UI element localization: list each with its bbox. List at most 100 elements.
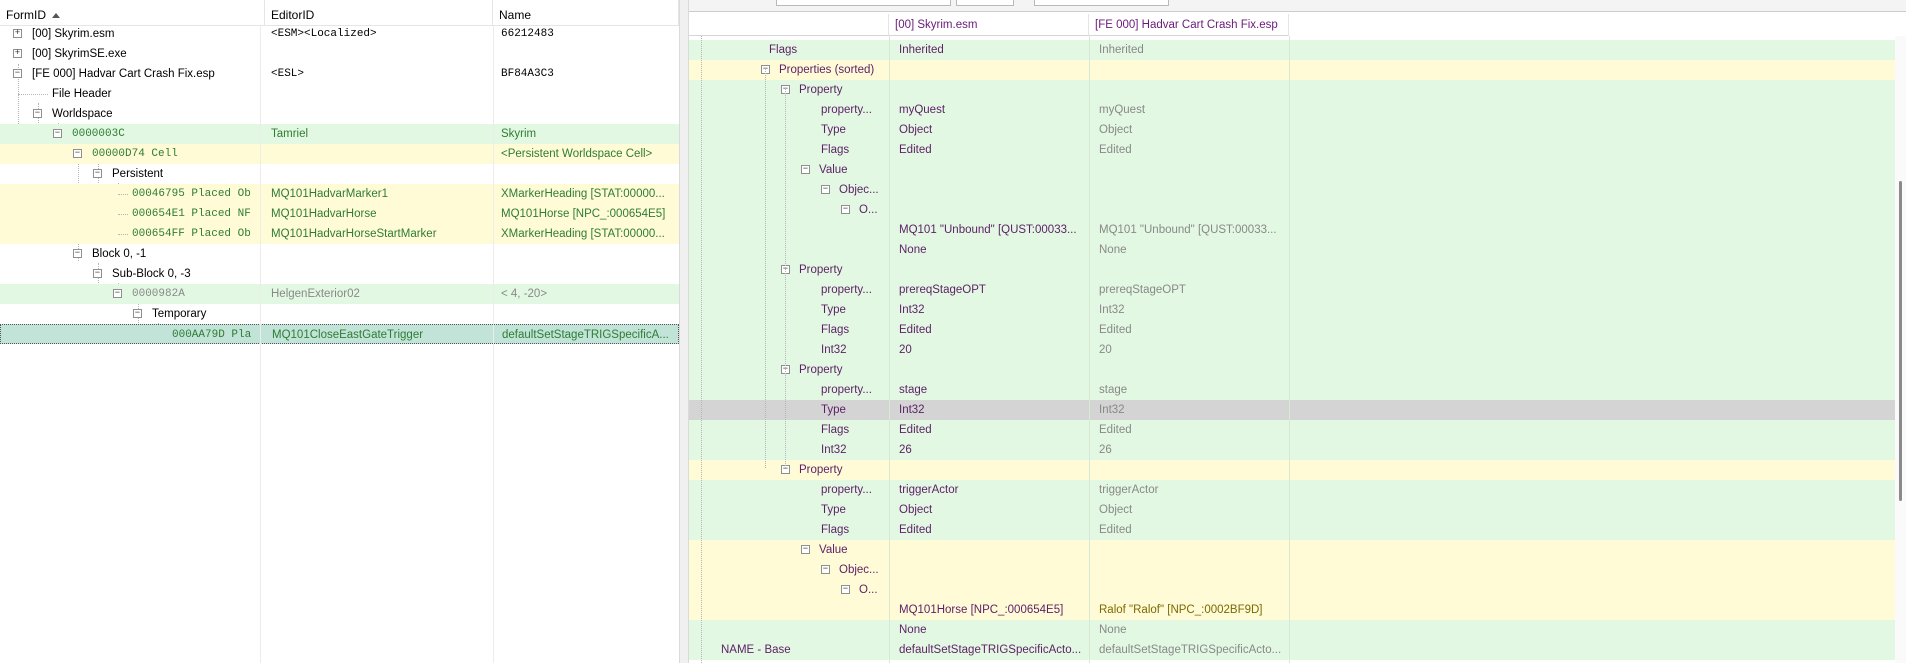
formid-cell: File Header — [52, 88, 112, 100]
record-row-alias[interactable]: None None — [689, 620, 1899, 640]
collapse-toggle-icon[interactable]: − — [73, 149, 82, 158]
pane-splitter[interactable] — [679, 0, 689, 663]
column-header-formid[interactable]: FormID — [0, 0, 265, 26]
toolbar-field[interactable] — [956, 0, 1014, 6]
sort-ascending-icon — [52, 13, 60, 18]
record-row-property-name[interactable]: property... stage stage — [689, 380, 1899, 400]
toolbar-field[interactable] — [776, 0, 951, 6]
toolbar-field[interactable] — [1034, 0, 1169, 6]
collapse-toggle-icon[interactable]: − — [33, 109, 42, 118]
tree-row-persistent-group[interactable]: − Persistent — [0, 164, 679, 184]
record-row-int32[interactable]: Int32 26 26 — [689, 440, 1899, 460]
tree-row-plugin-skyrim-esm[interactable]: + [00] Skyrim.esm <ESM><Localized> 66212… — [0, 24, 679, 44]
field-label: Flags — [821, 424, 850, 436]
record-row-alias[interactable]: None None — [689, 240, 1899, 260]
collapse-toggle-icon[interactable]: − — [821, 185, 830, 194]
record-row-property-name[interactable]: property... prereqStageOPT prereqStageOPT — [689, 280, 1899, 300]
tree-row-placed-npc[interactable]: 000654E1 Placed NF MQ101HadvarHorse MQ10… — [0, 204, 679, 224]
record-row-object-v2[interactable]: − O... — [689, 200, 1899, 220]
record-view-pane[interactable]: [00] Skyrim.esm [FE 000] Hadvar Cart Cra… — [689, 0, 1906, 663]
record-row-type-focused[interactable]: Type Int32 Int32 — [689, 400, 1899, 420]
scrollbar-thumb[interactable] — [1899, 181, 1902, 501]
value-skyrim: prereqStageOPT — [899, 284, 986, 296]
value-hadvar: 26 — [1099, 444, 1112, 456]
tree-row-placed-object[interactable]: 00046795 Placed Ob MQ101HadvarMarker1 XM… — [0, 184, 679, 204]
column-header-formid-label: FormID — [6, 8, 46, 22]
collapse-toggle-icon[interactable]: − — [841, 205, 850, 214]
collapse-toggle-icon[interactable]: − — [73, 249, 82, 258]
tree-guide-line — [118, 234, 128, 235]
column-header-name[interactable]: Name — [493, 0, 679, 26]
value-skyrim: MQ101Horse [NPC_:000654E5] — [899, 604, 1064, 616]
navigation-tree-pane[interactable]: FormID EditorID Name + [00] Skyrim.esm <… — [0, 0, 679, 663]
field-label: Objec... — [839, 564, 879, 576]
formid-cell: 0000982A — [132, 288, 185, 300]
record-row-type[interactable]: Type Object Object — [689, 120, 1899, 140]
record-row-property[interactable]: − Property — [689, 260, 1899, 280]
vertical-scrollbar[interactable] — [1895, 36, 1906, 663]
collapse-toggle-icon[interactable]: − — [801, 545, 810, 554]
record-row-property[interactable]: − Property — [689, 460, 1899, 480]
record-row-type[interactable]: Type Object Object — [689, 500, 1899, 520]
name-cell: 66212483 — [501, 28, 554, 40]
column-header-hadvar-fix[interactable]: [FE 000] Hadvar Cart Crash Fix.esp — [1089, 14, 1289, 36]
record-row-value[interactable]: − Value — [689, 160, 1899, 180]
field-label: property... — [821, 384, 872, 396]
field-label: Flags — [821, 524, 850, 536]
formid-cell: Temporary — [152, 308, 207, 320]
record-row-flags[interactable]: Flags Edited Edited — [689, 520, 1899, 540]
tree-row-worldspace-tamriel[interactable]: − 0000003C Tamriel Skyrim — [0, 124, 679, 144]
tree-row-temporary-group[interactable]: − Temporary — [0, 304, 679, 324]
record-row-flags[interactable]: Flags Edited Edited — [689, 320, 1899, 340]
record-row-flags[interactable]: Flags Edited Edited — [689, 140, 1899, 160]
record-row-object-v2[interactable]: − O... — [689, 580, 1899, 600]
collapse-toggle-icon[interactable]: − — [801, 165, 810, 174]
record-row-properties[interactable]: − Properties (sorted) — [689, 60, 1899, 80]
tree-row-worldspace-group[interactable]: − Worldspace — [0, 104, 679, 124]
value-hadvar: prereqStageOPT — [1099, 284, 1186, 296]
record-row-flags[interactable]: Flags Edited Edited — [689, 420, 1899, 440]
collapse-toggle-icon[interactable]: − — [13, 69, 22, 78]
record-row-formid[interactable]: MQ101 "Unbound" [QUST:00033... MQ101 "Unb… — [689, 220, 1899, 240]
collapse-toggle-icon[interactable]: − — [113, 289, 122, 298]
tree-row-plugin-skyrimse-exe[interactable]: + [00] SkyrimSE.exe — [0, 44, 679, 64]
record-row-property-name[interactable]: property... myQuest myQuest — [689, 100, 1899, 120]
tree-row-placed-object[interactable]: 000654FF Placed Ob MQ101HadvarHorseStart… — [0, 224, 679, 244]
column-header-editorid[interactable]: EditorID — [265, 0, 493, 26]
record-row-property[interactable]: − Property — [689, 80, 1899, 100]
tree-row-block[interactable]: − Block 0, -1 — [0, 244, 679, 264]
record-row-property-name[interactable]: property... triggerActor triggerActor — [689, 480, 1899, 500]
tree-row-plugin-hadvar-fix[interactable]: − [FE 000] Hadvar Cart Crash Fix.esp <ES… — [0, 64, 679, 84]
expand-toggle-icon[interactable]: + — [13, 49, 22, 58]
expand-toggle-icon[interactable]: + — [13, 29, 22, 38]
record-row-name-base[interactable]: NAME - Base defaultSetStageTRIGSpecificAc… — [689, 640, 1899, 660]
collapse-toggle-icon[interactable]: − — [93, 169, 102, 178]
record-row-flags[interactable]: Flags Inherited Inherited — [689, 40, 1899, 60]
value-skyrim: None — [899, 244, 927, 256]
tree-row-cell-helgen[interactable]: − 0000982A HelgenExterior02 < 4, -20> — [0, 284, 679, 304]
tree-row-persistent-cell[interactable]: − 00000D74 Cell <Persistent Worldspace C… — [0, 144, 679, 164]
collapse-toggle-icon[interactable]: − — [53, 129, 62, 138]
record-row-object[interactable]: − Objec... — [689, 180, 1899, 200]
collapse-toggle-icon[interactable]: − — [821, 565, 830, 574]
record-row-int32[interactable]: Int32 20 20 — [689, 340, 1899, 360]
column-header-skyrim-esm[interactable]: [00] Skyrim.esm — [889, 14, 1089, 36]
record-row-formid-conflict[interactable]: MQ101Horse [NPC_:000654E5] Ralof "Ralof" … — [689, 600, 1899, 620]
collapse-toggle-icon[interactable]: − — [133, 309, 142, 318]
value-hadvar: Object — [1099, 504, 1133, 516]
column-header-label[interactable] — [689, 14, 889, 36]
record-row-object[interactable]: − Objec... — [689, 560, 1899, 580]
record-row-value[interactable]: − Value — [689, 540, 1899, 560]
tree-row-file-header[interactable]: File Header — [0, 84, 679, 104]
record-row-type[interactable]: Type Int32 Int32 — [689, 300, 1899, 320]
tree-row-sub-block[interactable]: − Sub-Block 0, -3 — [0, 264, 679, 284]
tree-row-selected-trigger[interactable]: 000AA79D Pla MQ101CloseEastGateTrigger d… — [0, 324, 679, 344]
collapse-toggle-icon[interactable]: − — [841, 585, 850, 594]
collapse-toggle-icon[interactable]: − — [93, 269, 102, 278]
value-skyrim: 20 — [899, 344, 912, 356]
editorid-cell: MQ101HadvarHorse — [271, 208, 377, 220]
formid-cell: Worldspace — [52, 108, 113, 120]
record-row-property[interactable]: − Property — [689, 360, 1899, 380]
formid-cell: 00000D74 Cell — [92, 148, 178, 160]
value-skyrim: 26 — [899, 444, 912, 456]
